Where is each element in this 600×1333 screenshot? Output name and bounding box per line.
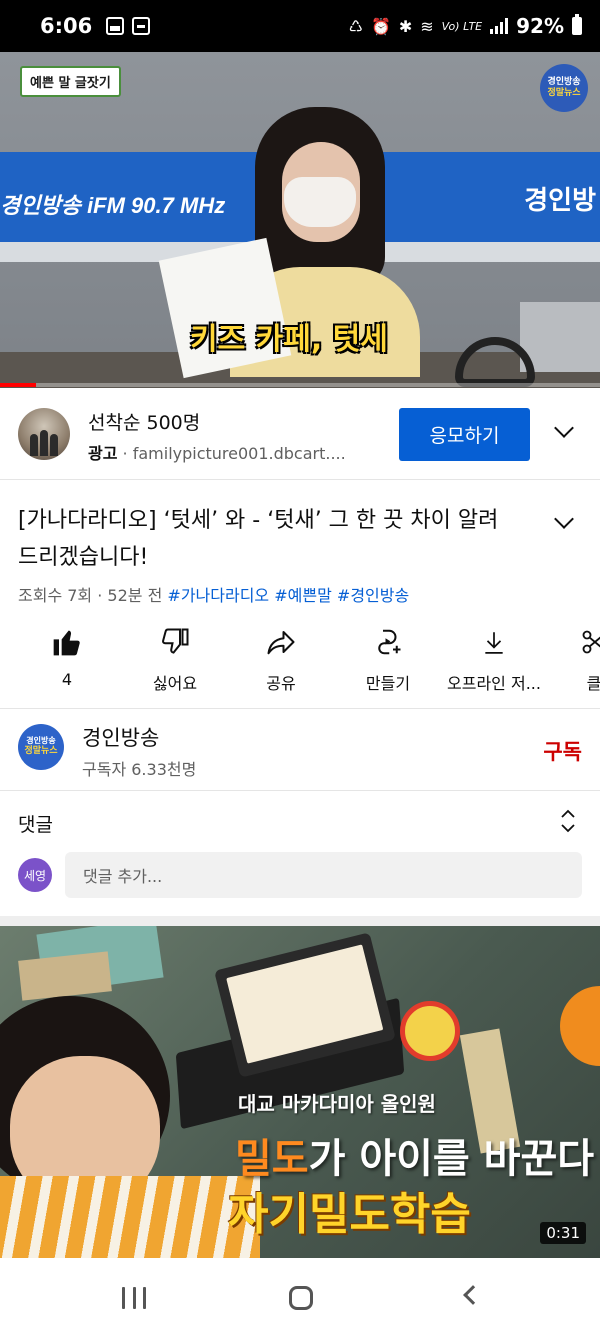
clip-icon (582, 630, 600, 654)
segment-badge: 예쁜 말 글잣기 (20, 66, 121, 97)
clip-button[interactable]: 클 (534, 622, 600, 694)
gallery-notification-icon (106, 17, 125, 35)
channel-watermark: 경인방송 정말뉴스 (540, 64, 588, 112)
wifi-icon: ≋ (420, 16, 434, 36)
battery-icon (572, 14, 582, 35)
video-meta: 조회수 7회 · 52분 전 #가나다라디오 #예쁜말 #경인방송 (18, 586, 410, 605)
video-duration: 0:31 (540, 1222, 586, 1244)
thumbnail-brand-text: 자기밀도학습 (228, 1189, 471, 1240)
toy-clock (400, 1001, 460, 1061)
studio-backdrop-logo: 경인방송 iFM 90.7 MHz (0, 193, 226, 218)
recommended-video-thumbnail[interactable]: 대교 마카다미아 올인원 밀도가 아이를 바꾼다 자기밀도학습 0:31 (0, 926, 600, 1258)
network-label: Vo) LTE (441, 19, 483, 33)
like-count: 4 (61, 670, 73, 689)
dislike-button[interactable]: 싫어요 (115, 622, 235, 694)
divider (0, 790, 600, 791)
status-notification-icons (106, 17, 151, 35)
share-button[interactable]: 공유 (221, 622, 341, 694)
expand-collapse-icon[interactable] (560, 806, 576, 836)
video-player[interactable]: 경인방송 iFM 90.7 MHz 경인방 예쁜 말 글잣기 경인방송 정말뉴스… (0, 52, 600, 388)
status-right-icons: ♺ ⏰ ✱ ≋ Vo) LTE 92% (349, 14, 582, 38)
back-icon[interactable] (463, 1285, 483, 1305)
hashtag[interactable]: #가나다라디오 (167, 586, 269, 605)
ad-apply-button[interactable]: 응모하기 (399, 408, 530, 461)
bluetooth-icon: ✱ (398, 16, 413, 36)
subscribe-button[interactable]: 구독 (543, 736, 582, 766)
dislike-label: 싫어요 (152, 674, 198, 693)
ad-avatar (18, 408, 70, 460)
remix-icon (378, 629, 401, 655)
view-count: 조회수 7회 (18, 586, 93, 605)
studio-backdrop-text: 경인방 (524, 186, 596, 216)
minus-notification-icon (132, 17, 151, 35)
action-bar: 4 싫어요 공유 만들기 오프라인 저... 클 (0, 622, 600, 708)
comments-title: 댓글 (18, 814, 53, 836)
remix-label: 만들기 (365, 674, 411, 693)
signal-icon (490, 18, 509, 34)
comment-input[interactable]: 댓글 추가... (65, 852, 582, 898)
section-separator (0, 916, 600, 926)
channel-name[interactable]: 경인방송 (82, 722, 159, 752)
recycle-icon: ♺ (348, 16, 363, 36)
home-icon[interactable] (289, 1286, 313, 1310)
divider (0, 708, 600, 709)
remix-button[interactable]: 만들기 (328, 622, 448, 694)
like-button[interactable]: 4 (7, 622, 127, 689)
upload-time: 52분 전 (107, 586, 163, 605)
system-navigation-bar (0, 1258, 600, 1333)
thumbs-down-icon (162, 628, 189, 654)
ad-label: 광고 (88, 444, 118, 463)
ad-url: familypicture001.dbcart.... (132, 444, 346, 463)
clip-label: 클 (586, 674, 600, 693)
share-icon (267, 631, 295, 655)
recent-apps-icon[interactable] (122, 1287, 146, 1309)
video-progress-bar[interactable] (0, 383, 600, 387)
ad-title: 선착순 500명 (88, 412, 201, 434)
ad-subline: 광고 · familypicture001.dbcart.... (88, 444, 346, 463)
video-title[interactable]: [가나다라디오] ‘텃세’ 와 - ‘텃새’ 그 한 끗 차이 알려드리겠습니다… (18, 502, 518, 576)
status-bar: 6:06 ♺ ⏰ ✱ ≋ Vo) LTE 92% (0, 0, 600, 52)
channel-avatar[interactable]: 경인방송 정말뉴스 (18, 724, 64, 770)
user-avatar: 세영 (18, 858, 52, 892)
description-expand-chevron-icon[interactable] (554, 509, 574, 529)
alarm-icon: ⏰ (370, 16, 391, 36)
download-icon (485, 632, 503, 654)
hashtag[interactable]: #경인방송 (337, 586, 409, 605)
share-label: 공유 (266, 674, 296, 693)
subscriber-count: 구독자 6.33천명 (82, 760, 197, 779)
hashtag[interactable]: #예쁜말 (274, 586, 332, 605)
thumbnail-subtitle: 대교 마카다미아 올인원 (238, 1092, 436, 1116)
ad-expand-chevron-icon[interactable] (554, 418, 574, 438)
comments-section[interactable]: 댓글 세영 댓글 추가... (0, 792, 600, 916)
promoted-ad[interactable]: 선착순 500명 광고 · familypicture001.dbcart...… (0, 388, 600, 480)
video-caption: 키즈 카페, 텃세 (190, 322, 388, 357)
channel-row[interactable]: 경인방송 정말뉴스 경인방송 구독자 6.33천명 구독 (0, 710, 600, 790)
battery-percent: 92% (516, 14, 564, 38)
thumbnail-headline: 밀도가 아이를 바꾼다 (235, 1136, 595, 1182)
status-time: 6:06 (40, 14, 93, 38)
thumbs-up-icon (53, 630, 80, 656)
video-progress-fill (0, 383, 36, 387)
